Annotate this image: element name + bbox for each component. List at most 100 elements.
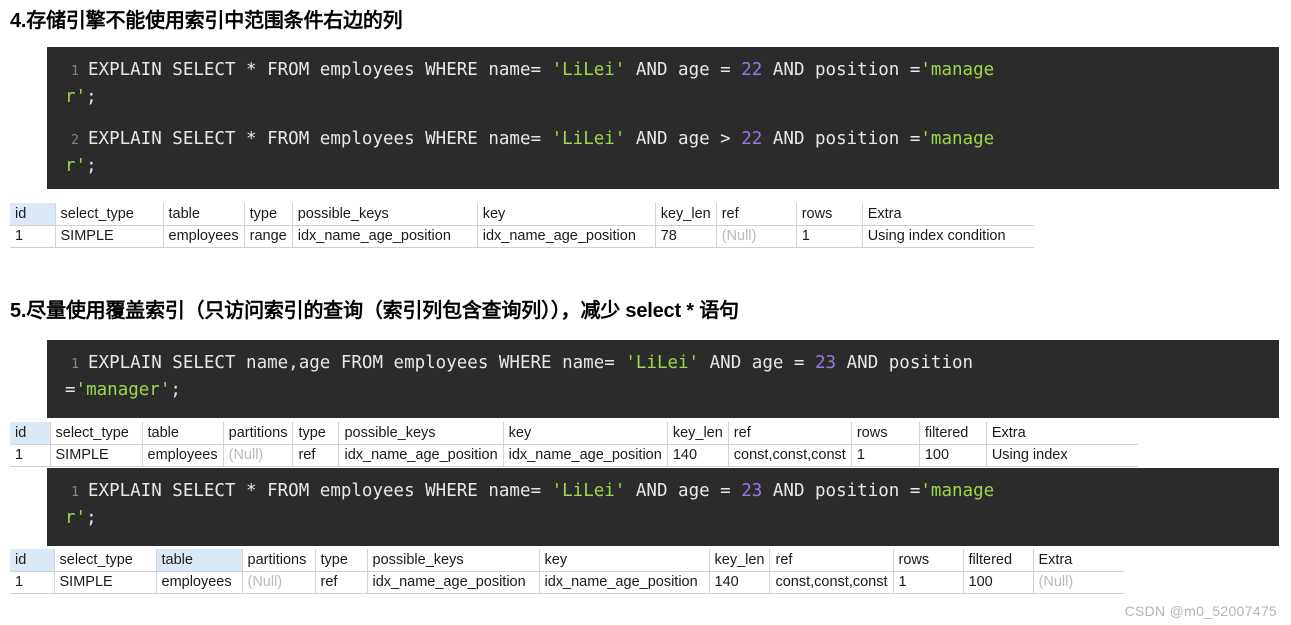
code-block-5b[interactable]: 1 EXPLAIN SELECT * FROM employees WHERE n… xyxy=(47,468,1279,546)
column-header-key[interactable]: key xyxy=(503,422,668,445)
code-token-str: r' xyxy=(65,86,87,107)
column-header-key_len[interactable]: key_len xyxy=(667,422,729,445)
column-header-select_type[interactable]: select_type xyxy=(54,549,157,572)
code-line: 2 EXPLAIN SELECT * FROM employees WHERE n… xyxy=(47,126,1279,153)
column-header-id[interactable]: id xyxy=(10,549,55,572)
table-cell-select_type[interactable]: SIMPLE xyxy=(55,225,164,248)
table-cell-extra[interactable]: Using index xyxy=(986,444,1139,467)
code-block-4[interactable]: 1 EXPLAIN SELECT * FROM employees WHERE n… xyxy=(47,47,1279,189)
table-row[interactable]: 1 SIMPLE employees range idx_name_age_positi… xyxy=(10,225,1035,248)
column-header-table[interactable]: table xyxy=(142,422,224,445)
column-header-table[interactable]: table xyxy=(163,203,245,226)
table-cell-extra[interactable]: (Null) xyxy=(1033,571,1125,594)
column-header-select_type[interactable]: select_type xyxy=(55,203,164,226)
table-cell-table[interactable]: employees xyxy=(163,225,245,248)
column-header-rows[interactable]: rows xyxy=(893,549,964,572)
explain-result-table-3-wrapper: id select_type table partitions type possible… xyxy=(10,549,1125,594)
table-cell-key[interactable]: idx_name_age_position xyxy=(503,444,668,467)
column-header-key_len[interactable]: key_len xyxy=(709,549,771,572)
code-block-5a[interactable]: 1 EXPLAIN SELECT name,age FROM employees … xyxy=(47,340,1279,418)
table-cell-key_len[interactable]: 140 xyxy=(667,444,729,467)
code-token-str: 'manage xyxy=(920,481,995,501)
table-cell-partitions[interactable]: (Null) xyxy=(223,444,294,467)
code-token-plain: AND position = xyxy=(762,129,921,150)
table-cell-ref[interactable]: const,const,const xyxy=(769,571,894,594)
table-cell-type[interactable]: ref xyxy=(292,444,340,467)
code-token-str: r' xyxy=(65,507,87,528)
table-cell-select_type[interactable]: SIMPLE xyxy=(50,444,143,467)
code-token-str: 'manage xyxy=(920,60,995,80)
column-header-possible_keys[interactable]: possible_keys xyxy=(338,422,504,445)
code-line-gap xyxy=(47,110,1279,126)
table-cell-key_len[interactable]: 78 xyxy=(655,225,717,248)
column-header-extra[interactable]: Extra xyxy=(1033,549,1125,572)
code-token-plain: ; xyxy=(170,379,181,400)
column-header-partitions[interactable]: partitions xyxy=(223,422,294,445)
column-header-type[interactable]: type xyxy=(244,203,293,226)
column-header-key[interactable]: key xyxy=(477,203,656,226)
table-cell-type[interactable]: ref xyxy=(315,571,368,594)
column-header-type[interactable]: type xyxy=(315,549,368,572)
table-cell-type[interactable]: range xyxy=(244,225,293,248)
table-cell-ref[interactable]: const,const,const xyxy=(728,444,852,467)
explain-result-table-3: id select_type table partitions type possible… xyxy=(10,549,1125,594)
table-cell-extra[interactable]: Using index condition xyxy=(862,225,1035,248)
column-header-possible_keys[interactable]: possible_keys xyxy=(367,549,540,572)
column-header-filtered[interactable]: filtered xyxy=(963,549,1034,572)
table-cell-select_type[interactable]: SIMPLE xyxy=(54,571,157,594)
column-header-type[interactable]: type xyxy=(292,422,340,445)
column-header-select_type[interactable]: select_type xyxy=(50,422,143,445)
column-header-key_len[interactable]: key_len xyxy=(655,203,717,226)
column-header-filtered[interactable]: filtered xyxy=(919,422,987,445)
table-cell-id[interactable]: 1 xyxy=(10,571,55,594)
column-header-key[interactable]: key xyxy=(539,549,710,572)
table-cell-id[interactable]: 1 xyxy=(10,225,56,248)
code-line: 1 EXPLAIN SELECT * FROM employees WHERE n… xyxy=(47,57,1279,84)
column-header-id[interactable]: id xyxy=(10,203,56,226)
table-cell-possible_keys[interactable]: idx_name_age_position xyxy=(292,225,478,248)
column-header-extra[interactable]: Extra xyxy=(862,203,1035,226)
table-cell-rows[interactable]: 1 xyxy=(893,571,964,594)
table-cell-key[interactable]: idx_name_age_position xyxy=(539,571,710,594)
code-token-num: 22 xyxy=(741,60,763,80)
column-header-ref[interactable]: ref xyxy=(769,549,894,572)
column-header-rows[interactable]: rows xyxy=(796,203,863,226)
column-header-ref[interactable]: ref xyxy=(716,203,797,226)
table-row[interactable]: 1 SIMPLE employees (Null) ref idx_name_age_po… xyxy=(10,444,1139,467)
table-cell-partitions[interactable]: (Null) xyxy=(242,571,316,594)
table-cell-possible_keys[interactable]: idx_name_age_position xyxy=(367,571,540,594)
column-header-table[interactable]: table xyxy=(156,549,243,572)
table-cell-id[interactable]: 1 xyxy=(10,444,51,467)
table-cell-ref[interactable]: (Null) xyxy=(716,225,797,248)
column-header-ref[interactable]: ref xyxy=(728,422,852,445)
table-cell-filtered[interactable]: 100 xyxy=(963,571,1034,594)
document-page: 4.存储引擎不能使用索引中范围条件右边的列 1 EXPLAIN SELECT * … xyxy=(0,0,1291,625)
code-token-num: 23 xyxy=(741,481,763,501)
column-header-rows[interactable]: rows xyxy=(851,422,920,445)
table-cell-key[interactable]: idx_name_age_position xyxy=(477,225,656,248)
code-token-str: 'LiLei' xyxy=(551,481,626,501)
code-token-num: 23 xyxy=(815,353,837,373)
column-header-possible_keys[interactable]: possible_keys xyxy=(292,203,478,226)
explain-result-table-2: id select_type table partitions type possible… xyxy=(10,422,1139,467)
explain-result-table-1: id select_type table type possible_keys key ke… xyxy=(10,203,1035,248)
column-header-extra[interactable]: Extra xyxy=(986,422,1139,445)
explain-result-table-1-wrapper: id select_type table type possible_keys key ke… xyxy=(10,203,1035,248)
column-header-partitions[interactable]: partitions xyxy=(242,549,316,572)
table-cell-filtered[interactable]: 100 xyxy=(919,444,987,467)
code-token-plain: AND position = xyxy=(762,481,921,501)
table-row[interactable]: 1 SIMPLE employees (Null) ref idx_name_age_po… xyxy=(10,571,1125,594)
table-header-row: id select_type table partitions type possible… xyxy=(10,422,1139,445)
code-line-number: 1 xyxy=(71,485,79,500)
code-token-plain: EXPLAIN SELECT * FROM employees WHERE na… xyxy=(88,481,552,501)
table-cell-rows[interactable]: 1 xyxy=(796,225,863,248)
column-header-id[interactable]: id xyxy=(10,422,51,445)
code-token-plain: = xyxy=(65,379,76,400)
code-token-str: 'manager' xyxy=(75,379,171,400)
table-cell-table[interactable]: employees xyxy=(142,444,224,467)
table-cell-key_len[interactable]: 140 xyxy=(709,571,771,594)
table-cell-rows[interactable]: 1 xyxy=(851,444,920,467)
code-line-number: 1 xyxy=(71,357,79,372)
table-cell-table[interactable]: employees xyxy=(156,571,243,594)
table-cell-possible_keys[interactable]: idx_name_age_position xyxy=(338,444,504,467)
